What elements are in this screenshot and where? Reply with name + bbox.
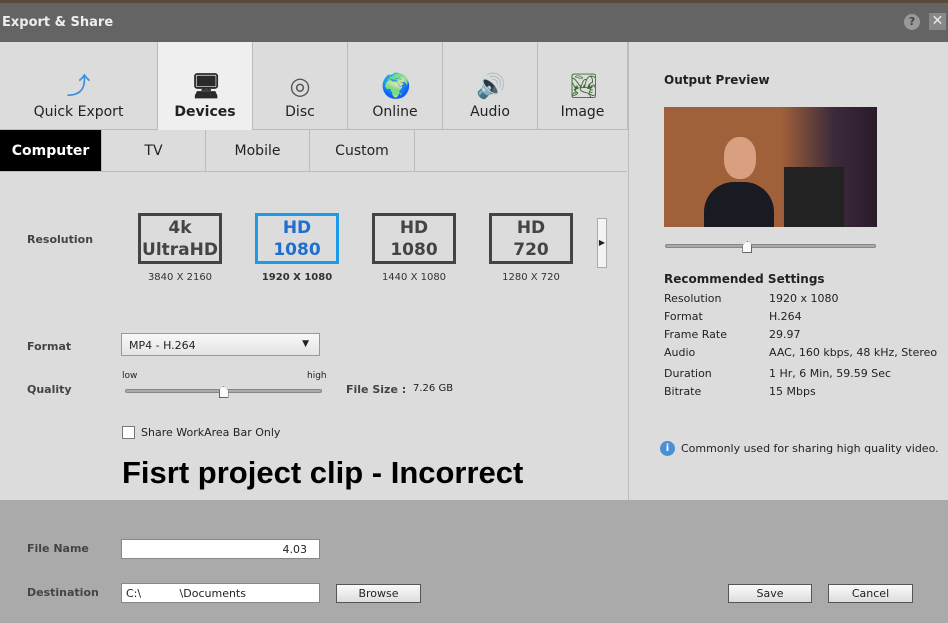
setting-key: Frame Rate xyxy=(664,328,727,341)
format-label: Format xyxy=(27,340,72,353)
share-workarea-checkbox[interactable] xyxy=(122,426,135,439)
resolution-size: 1920 X 1080 xyxy=(261,272,333,283)
disc-icon: ◎ xyxy=(289,72,311,100)
close-button[interactable]: ✕ xyxy=(929,13,946,30)
recommended-title: Recommended Settings xyxy=(664,272,825,286)
subtab-tv[interactable]: TV xyxy=(102,130,206,172)
resolution-option[interactable]: 4k UltraHD xyxy=(138,213,222,264)
subtab-computer[interactable]: Computer xyxy=(0,130,102,172)
resolution-line2: 1080 xyxy=(390,240,438,260)
setting-value: 15 Mbps xyxy=(769,385,816,398)
resolution-size: 1440 X 1080 xyxy=(381,272,447,283)
subtab-mobile[interactable]: Mobile xyxy=(206,130,310,172)
tab-image[interactable]: 🏞 Image xyxy=(538,42,628,130)
speaker-icon: 🔊 xyxy=(476,72,506,100)
quality-high-label: high xyxy=(307,371,327,381)
tab-quick-export[interactable]: ⤴ Quick Export xyxy=(0,42,158,130)
help-button[interactable]: ? xyxy=(904,14,920,30)
quick-export-icon: ⤴ xyxy=(66,72,91,100)
subtab-custom[interactable]: Custom xyxy=(310,130,415,172)
resolution-line1: HD xyxy=(516,218,546,238)
image-icon: 🏞 xyxy=(568,72,599,100)
setting-key: Resolution xyxy=(664,292,722,305)
file-size-value: 7.26 GB xyxy=(413,383,454,394)
share-workarea-label: Share WorkArea Bar Only xyxy=(141,426,281,439)
resolution-option[interactable]: HD 1080 xyxy=(372,213,456,264)
output-bar xyxy=(0,500,948,623)
resolution-option[interactable]: HD 1080 xyxy=(255,213,339,264)
resolution-label: Resolution xyxy=(27,233,94,246)
quality-low-label: low xyxy=(122,371,138,381)
resolution-line2: 1080 xyxy=(273,240,321,260)
file-name-label: File Name xyxy=(27,542,89,555)
save-button[interactable]: Save xyxy=(728,584,812,603)
globe-icon: 🌍 xyxy=(381,72,411,100)
format-value: MP4 - H.264 xyxy=(129,339,196,352)
quality-label: Quality xyxy=(27,383,72,396)
setting-value: AAC, 160 kbps, 48 kHz, Stereo xyxy=(769,346,938,359)
tab-label: Online xyxy=(372,104,418,120)
info-icon: i xyxy=(660,441,675,456)
next-resolutions-arrow[interactable]: ▶ xyxy=(597,218,607,268)
setting-value: 29.97 xyxy=(769,328,801,341)
setting-value: H.264 xyxy=(769,310,802,323)
resolution-line1: 4k xyxy=(168,218,192,238)
setting-key: Bitrate xyxy=(664,385,702,398)
tab-label: Devices xyxy=(174,104,236,120)
tab-label: Image xyxy=(560,104,605,120)
info-text: Commonly used for sharing high quality v… xyxy=(681,442,939,455)
tab-disc[interactable]: ◎ Disc xyxy=(253,42,348,130)
format-dropdown[interactable]: MP4 - H.264 ▼ xyxy=(121,333,320,356)
file-size-label: File Size : xyxy=(346,383,407,396)
preview-title: Output Preview xyxy=(664,73,770,87)
setting-value: 1 Hr, 6 Min, 59.59 Sec xyxy=(769,367,892,380)
preview-scrubber[interactable] xyxy=(665,244,876,248)
tab-label: Quick Export xyxy=(33,104,124,120)
preview-image xyxy=(664,107,877,227)
tab-audio[interactable]: 🔊 Audio xyxy=(443,42,538,130)
resolution-size: 3840 X 2160 xyxy=(147,272,213,283)
destination-input[interactable]: C:\ \Documents xyxy=(121,583,320,603)
setting-key: Format xyxy=(664,310,703,323)
resolution-option[interactable]: HD 720 xyxy=(489,213,573,264)
setting-key: Audio xyxy=(664,346,696,359)
annotation-text: Fisrt project clip - Incorrect xyxy=(122,455,524,490)
tab-devices[interactable]: 🖥 Devices xyxy=(158,42,253,130)
chevron-down-icon: ▼ xyxy=(302,339,309,349)
setting-key: Duration xyxy=(664,367,712,380)
tab-online[interactable]: 🌍 Online xyxy=(348,42,443,130)
title-bar: Export & Share xyxy=(0,3,948,42)
window-title: Export & Share xyxy=(2,15,114,30)
setting-value: 1920 x 1080 xyxy=(769,292,839,305)
destination-label: Destination xyxy=(27,586,99,599)
resolution-line2: 720 xyxy=(513,240,549,260)
tab-label: Disc xyxy=(285,104,315,120)
resolution-size: 1280 X 720 xyxy=(502,272,560,283)
cancel-button[interactable]: Cancel xyxy=(828,584,913,603)
tab-label: Audio xyxy=(470,104,510,120)
browse-button[interactable]: Browse xyxy=(336,584,421,603)
resolution-line1: HD xyxy=(282,218,312,238)
file-name-input[interactable]: 4.03 xyxy=(121,539,320,559)
devices-icon: 🖥 xyxy=(191,72,222,100)
resolution-line2: UltraHD xyxy=(142,240,218,260)
resolution-line1: HD xyxy=(399,218,429,238)
